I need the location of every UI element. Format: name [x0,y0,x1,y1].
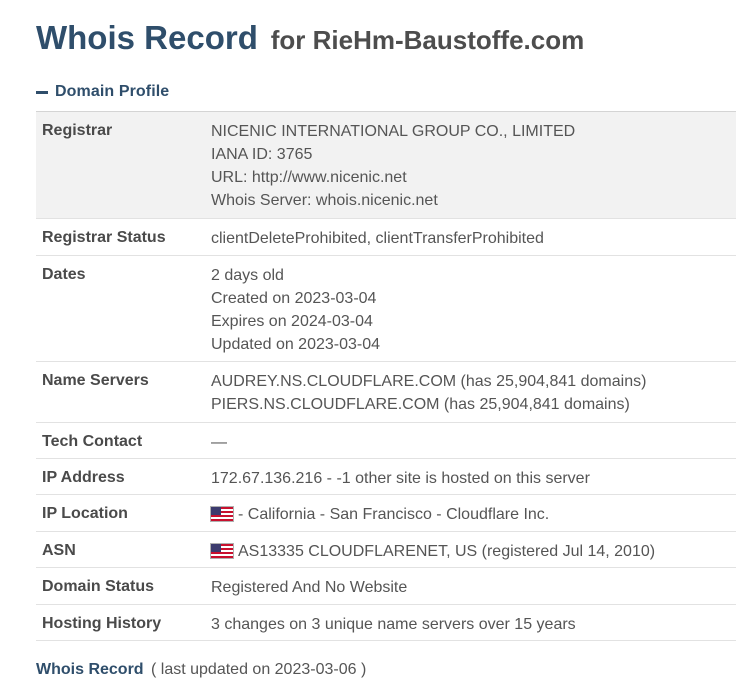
row-label: Dates [42,266,86,283]
row-value-line: Updated on 2023-03-04 [211,333,380,356]
row-value-line: Created on 2023-03-04 [211,287,380,310]
row-label: ASN [42,542,76,559]
last-updated-note: ( last updated on 2023-03-06 ) [151,661,367,678]
profile-row-asn: ASN AS13335 CLOUDFLARENET, US (registered… [36,532,736,568]
row-label: Tech Contact [42,433,143,450]
domain-profile-toggle[interactable]: Domain Profile [36,81,169,103]
row-value-line: AUDREY.NS.CLOUDFLARE.COM (has 25,904,841… [211,370,646,393]
profile-row-ip-address: IP Address 172.67.136.216 - -1 other site… [36,459,736,495]
row-value-text: Whois Server: whois.nicenic.net [211,192,438,209]
row-value: 172.67.136.216 - -1 other site is hosted… [211,467,590,490]
row-value: Registered And No Website [211,576,407,599]
profile-row-registrar: Registrar NICENIC INTERNATIONAL GROUP CO.… [36,112,736,219]
row-value-line: - California - San Francisco - Cloudflar… [211,503,549,526]
row-value-text: clientDeleteProhibited, clientTransferPr… [211,230,544,247]
row-label: Domain Status [42,578,155,595]
row-value-line: 172.67.136.216 - -1 other site is hosted… [211,467,590,490]
row-value-line: Expires on 2024-03-04 [211,310,380,333]
row-value-text: AS13335 CLOUDFLARENET, US (registered Ju… [238,543,656,560]
row-value-line: clientDeleteProhibited, clientTransferPr… [211,227,544,250]
profile-row-domain-status: Domain Status Registered And No Website [36,568,736,605]
row-value-text: Registered And No Website [211,579,408,596]
row-label: IP Address [42,469,125,486]
row-value-line: Registered And No Website [211,576,407,599]
whois-record-link[interactable]: Whois Record [36,661,144,678]
row-value-text: AUDREY.NS.CLOUDFLARE.COM (has 25,904,841… [211,373,647,390]
row-value: 2 days old Created on 2023-03-04 Expires o… [211,264,380,356]
row-value-text: Created on 2023-03-04 [211,290,377,307]
row-value-text: IANA ID: 3765 [211,146,313,163]
row-value-text: 3 changes on 3 unique name servers over … [211,616,576,633]
row-value: 3 changes on 3 unique name servers over … [211,613,576,636]
row-value-text: PIERS.NS.CLOUDFLARE.COM (has 25,904,841 … [211,396,630,413]
row-label: Registrar [42,122,113,139]
us-flag-icon [211,544,233,558]
row-value: clientDeleteProhibited, clientTransferPr… [211,227,544,250]
row-label: IP Location [42,505,128,522]
profile-row-ip-location: IP Location - California - San Francisco … [36,495,736,532]
row-value: AS13335 CLOUDFLARENET, US (registered Ju… [211,540,655,563]
row-value-text: 172.67.136.216 - -1 other site is hosted… [211,470,590,487]
page-title-main: Whois Record [36,19,258,56]
minus-icon [36,91,48,94]
row-value: — [211,431,227,454]
us-flag-icon [211,507,233,521]
page-title: Whois Record for RieHm-Baustoffe.com [36,18,584,60]
row-value: NICENIC INTERNATIONAL GROUP CO., LIMITED… [211,120,575,212]
row-value-line: NICENIC INTERNATIONAL GROUP CO., LIMITED [211,120,575,143]
row-value: AUDREY.NS.CLOUDFLARE.COM (has 25,904,841… [211,370,646,416]
row-value-text: Updated on 2023-03-04 [211,336,381,353]
domain-profile-label: Domain Profile [55,83,170,100]
row-label: Registrar Status [42,229,166,246]
row-value-text: - California - San Francisco - Cloudflar… [238,506,550,523]
row-label: Name Servers [42,372,149,389]
row-value-line: PIERS.NS.CLOUDFLARE.COM (has 25,904,841 … [211,393,646,416]
domain-profile-table: Registrar NICENIC INTERNATIONAL GROUP CO.… [36,111,736,641]
row-value-text: Expires on 2024-03-04 [211,313,373,330]
row-value-line: IANA ID: 3765 [211,143,575,166]
row-value-text: URL: http://www.nicenic.net [211,169,407,186]
profile-row-name-servers: Name Servers AUDREY.NS.CLOUDFLARE.COM (ha… [36,362,736,423]
row-value-text: NICENIC INTERNATIONAL GROUP CO., LIMITED [211,123,576,140]
row-value-line: URL: http://www.nicenic.net [211,166,575,189]
row-value-line: Whois Server: whois.nicenic.net [211,189,575,212]
profile-row-dates: Dates 2 days old Created on 2023-03-04 Expi… [36,256,736,362]
page-title-domain: for RieHm-Baustoffe.com [270,25,585,55]
row-value-text: — [211,434,227,451]
whois-record-footer: Whois Record ( last updated on 2023-03-0… [36,659,366,681]
row-value-line: 3 changes on 3 unique name servers over … [211,613,576,636]
profile-row-hosting-history: Hosting History 3 changes on 3 unique nam… [36,605,736,641]
row-value-line: 2 days old [211,264,380,287]
row-value-text: 2 days old [211,267,284,284]
row-label: Hosting History [42,615,162,632]
row-value-line: — [211,431,227,454]
row-value: - California - San Francisco - Cloudflar… [211,503,549,526]
profile-row-tech-contact: Tech Contact — [36,423,736,459]
profile-row-registrar-status: Registrar Status clientDeleteProhibited, … [36,219,736,256]
row-value-line: AS13335 CLOUDFLARENET, US (registered Ju… [211,540,655,563]
